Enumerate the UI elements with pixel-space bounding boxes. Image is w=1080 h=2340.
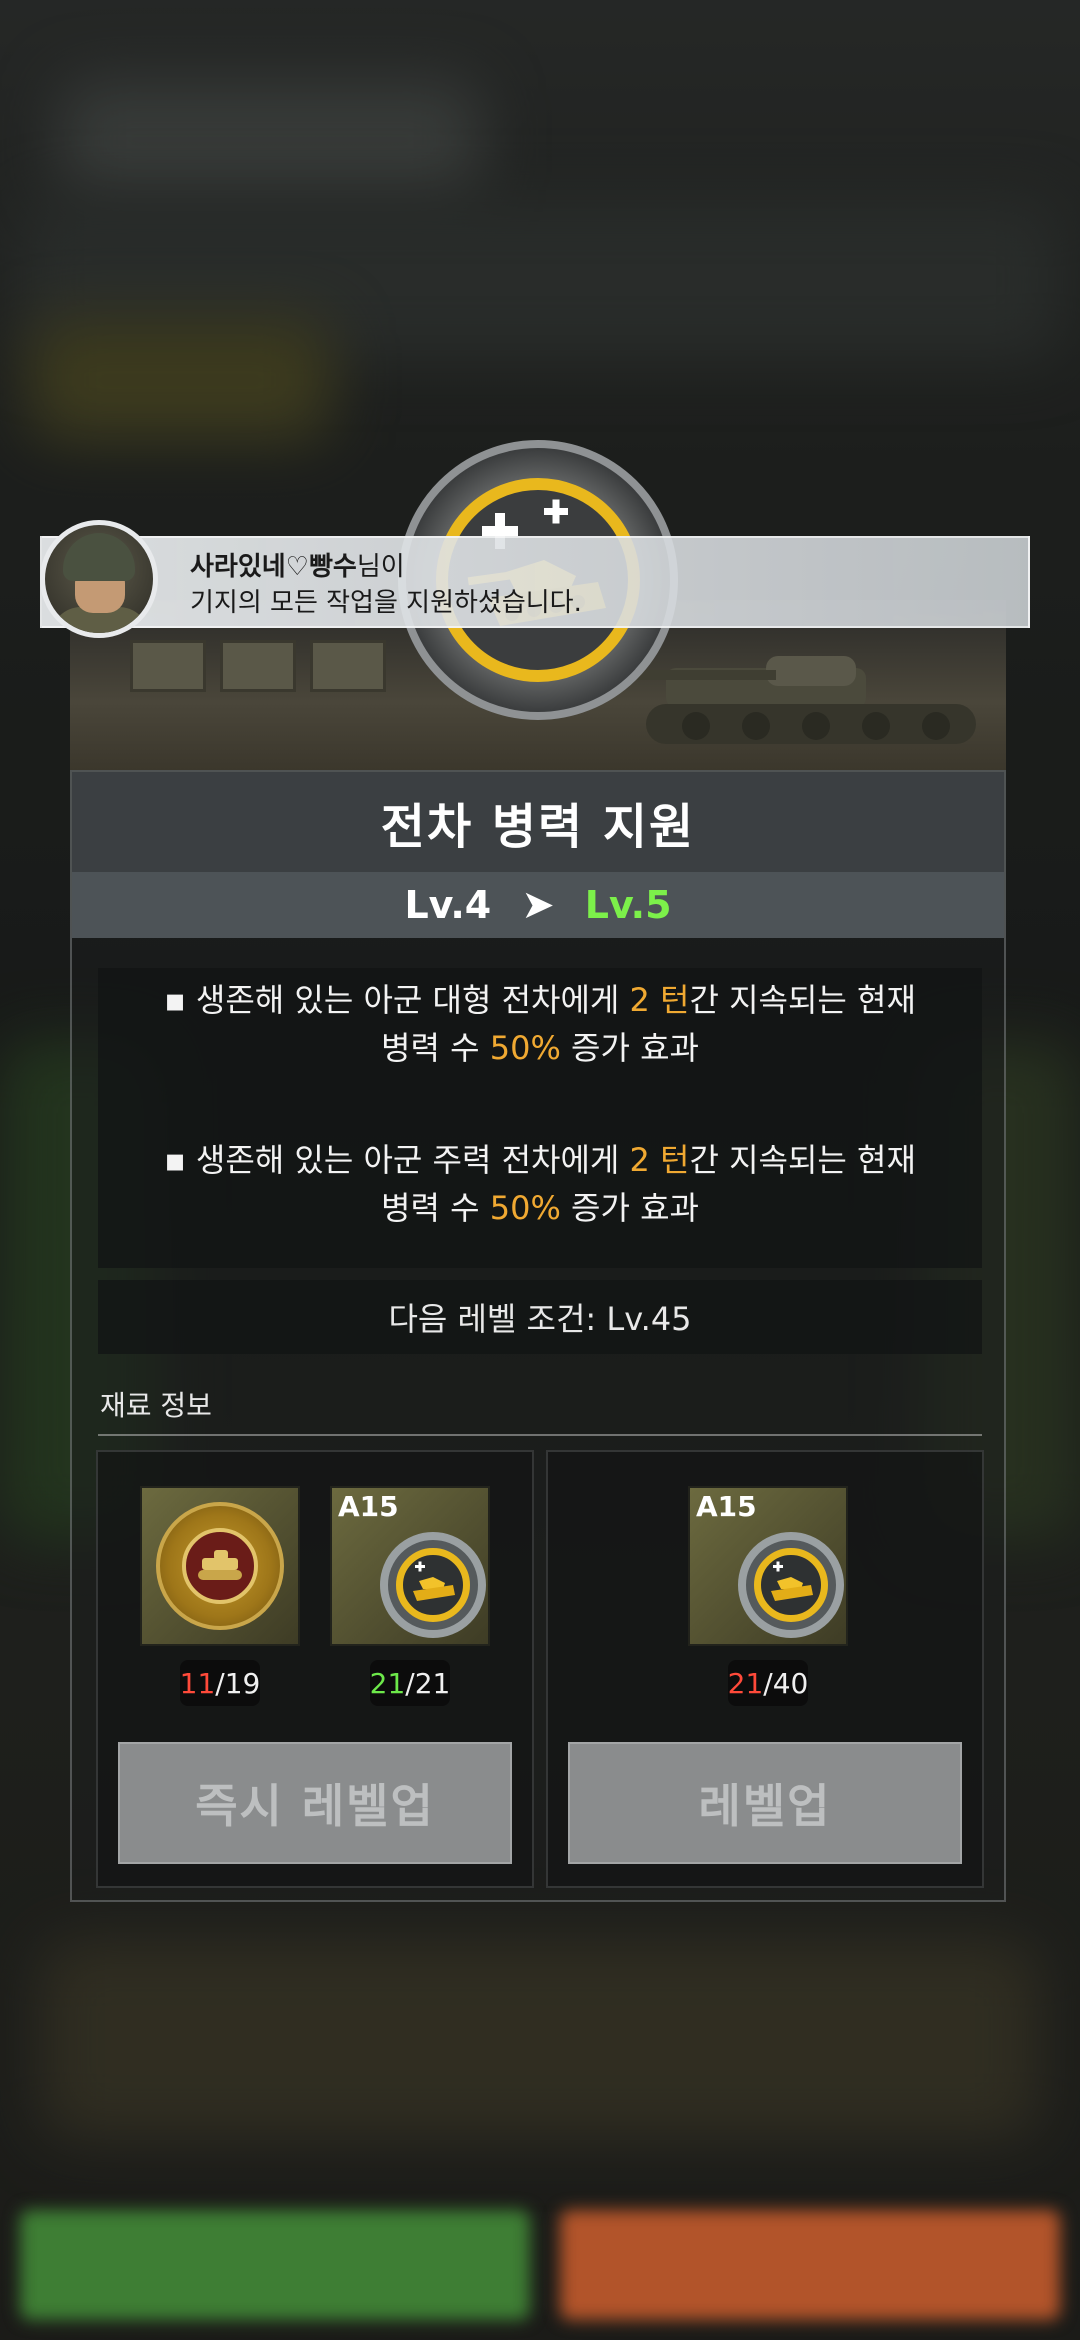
title-bar: 전차 병력 지원 [72, 772, 1004, 872]
background-orange-button [560, 2210, 1060, 2320]
tank-support-token-icon [738, 1532, 844, 1638]
background-green-button [20, 2210, 530, 2320]
item-code: A15 [338, 1490, 399, 1523]
divider [98, 1434, 982, 1436]
tank-silhouette-icon [606, 656, 976, 744]
skill-title: 전차 병력 지원 [380, 799, 696, 855]
next-level-condition: 다음 레벨 조건: Lv.45 [98, 1280, 982, 1354]
name-suffix: 님이 [356, 552, 405, 582]
player-name: 사라있네♡빵수 [190, 552, 357, 582]
support-notification: 사라있네♡빵수님이 기지의 모든 작업을 지원하셨습니다. [40, 536, 1030, 628]
material-slot-token[interactable]: A15 [330, 1486, 490, 1646]
effect-item: ▪ 생존해 있는 아군 대형 전차에게 2 턴간 지속되는 현재 병력 수 50… [164, 981, 916, 1067]
material-count: 21/21 [370, 1660, 450, 1706]
instant-levelup-button[interactable]: 즉시 레벨업 [118, 1742, 512, 1864]
player-avatar [40, 520, 158, 638]
levelup-button[interactable]: 레벨업 [568, 1742, 962, 1864]
notification-line-1: 사라있네♡빵수님이 [190, 546, 405, 583]
level-bar: Lv.4 ➤ Lv.5 [72, 872, 1004, 938]
skill-upgrade-panel: 전차 병력 지원 Lv.4 ➤ Lv.5 ▪ 생존해 있는 아군 대형 전차에게… [70, 770, 1006, 1902]
material-count: 11/19 [180, 1660, 260, 1706]
item-code: A15 [696, 1490, 757, 1523]
tank-medal-icon [156, 1502, 284, 1630]
instant-levelup-materials: 11/19 A15 21/21 즉시 레벨업 [96, 1450, 534, 1888]
material-slot-medal[interactable] [140, 1486, 300, 1646]
notification-message: 기지의 모든 작업을 지원하셨습니다. [190, 588, 582, 618]
next-level: Lv.5 [584, 883, 672, 927]
materials-label: 재료 정보 [100, 1389, 212, 1422]
effect-description: ▪ 생존해 있는 아군 대형 전차에게 2 턴간 지속되는 현재 병력 수 50… [98, 968, 982, 1268]
levelup-materials: A15 21/40 레벨업 [546, 1450, 984, 1888]
material-slot-token[interactable]: A15 [688, 1486, 848, 1646]
arrow-right-icon: ➤ [521, 882, 555, 928]
tank-support-token-icon [380, 1532, 486, 1638]
effect-item: ▪ 생존해 있는 아군 주력 전차에게 2 턴간 지속되는 현재 병력 수 50… [164, 1141, 916, 1227]
current-level: Lv.4 [404, 883, 492, 927]
material-count: 21/40 [728, 1660, 808, 1706]
